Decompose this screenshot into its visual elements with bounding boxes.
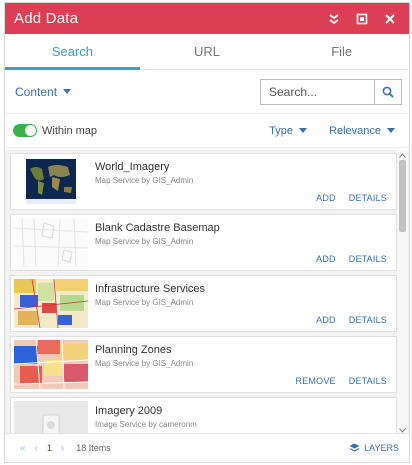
- next-page-icon[interactable]: ›: [61, 443, 64, 454]
- imagery-2009-thumbnail: [14, 401, 88, 435]
- remove-button[interactable]: REMOVE: [296, 376, 336, 386]
- layers-button[interactable]: LAYERS: [349, 443, 399, 453]
- add-button[interactable]: ADD: [316, 193, 336, 203]
- within-map-label: Within map: [42, 124, 98, 137]
- filter-row: Within map Type Relevance: [5, 114, 409, 148]
- item-subtitle: Map Service by GIS_Admin: [95, 359, 194, 368]
- type-dropdown-label: Type: [269, 124, 294, 137]
- panel-title: Add Data: [14, 10, 79, 27]
- close-icon[interactable]: [379, 8, 401, 30]
- scrollbar-thumb[interactable]: [399, 160, 406, 232]
- prev-page-icon[interactable]: ‹: [35, 443, 38, 454]
- page-number: 1: [46, 443, 52, 453]
- caret-down-icon: [63, 89, 72, 94]
- caret-down-icon: [299, 128, 308, 133]
- search-input[interactable]: [260, 78, 374, 105]
- caret-down-icon: [387, 128, 395, 133]
- content-dropdown[interactable]: Content: [15, 84, 72, 99]
- details-button[interactable]: DETAILS: [349, 376, 387, 386]
- tab-file[interactable]: File: [274, 34, 409, 69]
- footer-bar: « ‹ 1 › 18 Items LAYERS: [5, 433, 409, 462]
- layers-label: LAYERS: [364, 443, 399, 453]
- result-item[interactable]: World_Imagery Map Service by GIS_Admin A…: [10, 153, 397, 210]
- details-button[interactable]: DETAILS: [349, 254, 387, 264]
- search-row: Content: [5, 70, 409, 114]
- scroll-up-icon[interactable]: [397, 150, 408, 160]
- tab-bar: Search URL File: [5, 34, 409, 70]
- add-button[interactable]: ADD: [316, 315, 336, 325]
- maximize-icon[interactable]: [351, 8, 373, 30]
- result-item[interactable]: Imagery 2009 Image Service by cameronm: [10, 397, 397, 435]
- planning-zones-thumbnail: [14, 340, 88, 389]
- tab-search[interactable]: Search: [5, 34, 140, 70]
- content-dropdown-label: Content: [15, 84, 58, 99]
- search-button[interactable]: [374, 78, 402, 105]
- item-subtitle: Image Service by cameronm: [95, 420, 197, 429]
- add-data-panel: Add Data Search URL File Content Within …: [4, 2, 410, 463]
- item-title: Infrastructure Services: [95, 283, 206, 295]
- relevance-dropdown-label: Relevance: [329, 124, 381, 137]
- within-map-toggle[interactable]: [13, 124, 37, 137]
- list-scrollbar[interactable]: [397, 150, 408, 435]
- title-bar: Add Data: [5, 3, 409, 34]
- tab-url[interactable]: URL: [140, 34, 275, 69]
- result-item[interactable]: Planning Zones Map Service by GIS_Admin …: [10, 336, 397, 393]
- item-subtitle: Map Service by GIS_Admin: [95, 176, 194, 185]
- item-subtitle: Map Service by GIS_Admin: [95, 237, 194, 246]
- item-count: 18 Items: [76, 443, 111, 453]
- result-item[interactable]: Blank Cadastre Basemap Map Service by GI…: [10, 214, 397, 271]
- item-title: Imagery 2009: [95, 405, 163, 417]
- item-title: Blank Cadastre Basemap: [95, 222, 220, 234]
- details-button[interactable]: DETAILS: [349, 315, 387, 325]
- item-title: Planning Zones: [95, 344, 172, 356]
- result-item[interactable]: Infrastructure Services Map Service by G…: [10, 275, 397, 332]
- search-icon: [382, 86, 394, 98]
- first-page-icon[interactable]: «: [20, 443, 26, 454]
- item-subtitle: Map Service by GIS_Admin: [95, 298, 194, 307]
- type-dropdown[interactable]: Type: [269, 124, 308, 137]
- add-button[interactable]: ADD: [316, 254, 336, 264]
- infrastructure-thumbnail: [14, 279, 88, 328]
- results-list: World_Imagery Map Service by GIS_Admin A…: [5, 150, 409, 435]
- details-button[interactable]: DETAILS: [349, 193, 387, 203]
- collapse-icon[interactable]: [323, 8, 345, 30]
- cadastre-thumbnail: [14, 218, 88, 267]
- world-imagery-thumbnail: [14, 157, 88, 206]
- layers-icon: [349, 443, 360, 452]
- relevance-dropdown[interactable]: Relevance: [329, 125, 395, 137]
- item-title: World_Imagery: [95, 161, 170, 173]
